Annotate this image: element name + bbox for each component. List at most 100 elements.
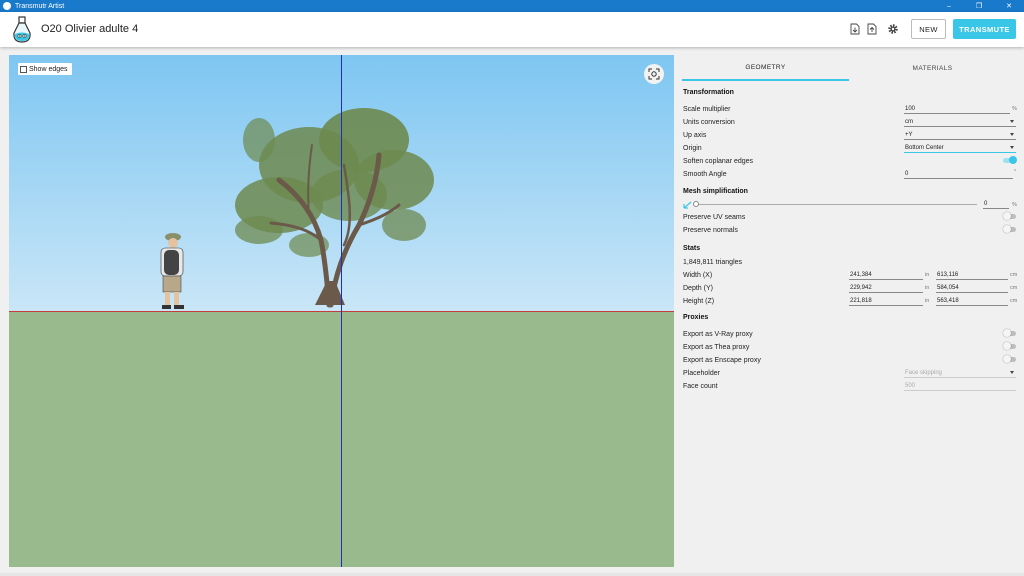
triangle-count-row: 1,849,811 triangles: [683, 256, 1017, 268]
chevron-down-icon: [1010, 120, 1014, 123]
3d-viewport[interactable]: Show edges: [9, 55, 674, 567]
up-axis-select[interactable]: +Y: [904, 130, 1016, 140]
vertical-axis-line: [341, 55, 342, 567]
window-controls: – ❐ ✕: [934, 0, 1024, 12]
new-button[interactable]: NEW: [911, 19, 946, 39]
height-label: Height (Z): [683, 297, 715, 305]
header-toolbar: NEW TRANSMUTE: [848, 18, 1016, 40]
section-stats: Stats: [683, 245, 701, 252]
units-conversion-value: cm: [905, 118, 913, 125]
depth-cm-unit: cm: [1010, 285, 1018, 291]
preserve-normals-row: Preserve normals: [683, 224, 1017, 236]
transmute-button[interactable]: TRANSMUTE: [953, 19, 1016, 39]
thea-proxy-row: Export as Thea proxy: [683, 341, 1017, 353]
chevron-down-icon: [1010, 371, 1014, 374]
face-count-label: Face count: [683, 382, 718, 390]
width-inches-unit: in: [925, 272, 930, 278]
section-transformation: Transformation: [683, 89, 734, 96]
width-inches-value: 241,384: [849, 270, 923, 280]
human-scale-figure: [160, 233, 184, 309]
soften-edges-toggle[interactable]: [1003, 156, 1017, 165]
depth-row: Depth (Y) 229,942 in 584,054 cm: [683, 282, 1017, 294]
panel-tabs: GEOMETRY MATERIALS: [682, 55, 1016, 81]
preserve-uv-label: Preserve UV seams: [683, 213, 746, 221]
preserve-uv-toggle[interactable]: [1003, 212, 1016, 221]
window-title: Transmutr Artist: [15, 2, 65, 10]
zoom-extents-icon: [648, 68, 660, 80]
face-count-row: Face count 500: [683, 380, 1017, 392]
units-conversion-label: Units conversion: [683, 118, 735, 126]
properties-panel: GEOMETRY MATERIALS Transformation Scale …: [682, 55, 1024, 576]
smooth-angle-input[interactable]: 0: [904, 169, 1013, 179]
simplification-unit: %: [1012, 202, 1017, 208]
face-count-input[interactable]: 500: [904, 381, 1016, 391]
app-header: O20 Olivier adulte 4 NEW TRANSMUTE: [0, 12, 1024, 47]
width-label: Width (X): [683, 271, 713, 279]
project-title: O20 Olivier adulte 4: [41, 23, 139, 35]
origin-row: Origin Bottom Center: [683, 142, 1017, 154]
placeholder-select[interactable]: Face skipping: [904, 368, 1016, 378]
smooth-angle-row: Smooth Angle 0 °: [683, 168, 1017, 180]
width-row: Width (X) 241,384 in 613,116 cm: [683, 269, 1017, 281]
simplification-slider-thumb[interactable]: [693, 201, 699, 207]
enscape-proxy-row: Export as Enscape proxy: [683, 354, 1017, 366]
width-cm-value: 613,116: [936, 270, 1008, 280]
vray-proxy-toggle[interactable]: [1003, 329, 1016, 338]
chevron-down-icon: [1010, 133, 1014, 136]
chevron-down-icon: [1010, 146, 1014, 149]
vray-proxy-row: Export as V-Ray proxy: [683, 328, 1017, 340]
zoom-extents-button[interactable]: [644, 64, 664, 84]
enscape-proxy-label: Export as Enscape proxy: [683, 356, 761, 364]
scale-unit: %: [1012, 106, 1017, 112]
app-small-icon: [3, 2, 11, 10]
window-titlebar: Transmutr Artist – ❐ ✕: [0, 0, 1024, 12]
width-cm-unit: cm: [1010, 272, 1018, 278]
gear-icon[interactable]: [886, 18, 900, 40]
simplification-icon: [683, 201, 692, 209]
units-conversion-row: Units conversion cm: [683, 116, 1017, 128]
scale-multiplier-input[interactable]: 100: [904, 104, 1010, 114]
vray-proxy-label: Export as V-Ray proxy: [683, 330, 753, 338]
up-axis-row: Up axis +Y: [683, 129, 1017, 141]
show-edges-toggle[interactable]: Show edges: [18, 63, 72, 75]
soften-edges-row: Soften coplanar edges: [683, 155, 1017, 167]
height-inches-unit: in: [925, 298, 930, 304]
smooth-angle-unit: °: [1014, 169, 1017, 175]
show-edges-checkbox[interactable]: [20, 65, 27, 73]
height-cm-unit: cm: [1010, 298, 1018, 304]
depth-label: Depth (Y): [683, 284, 713, 292]
height-inches-value: 221,818: [849, 296, 923, 306]
section-proxies: Proxies: [683, 314, 709, 321]
origin-select[interactable]: Bottom Center: [904, 143, 1016, 153]
export-file-icon[interactable]: [865, 18, 879, 40]
origin-label: Origin: [683, 144, 702, 152]
smooth-angle-label: Smooth Angle: [683, 170, 727, 178]
height-cm-value: 563,418: [936, 296, 1008, 306]
origin-value: Bottom Center: [905, 144, 944, 151]
tab-materials[interactable]: MATERIALS: [849, 55, 1016, 81]
triangle-count: 1,849,811 triangles: [683, 258, 743, 266]
show-edges-label: Show edges: [29, 65, 68, 73]
simplification-slider-track[interactable]: [695, 204, 977, 205]
maximize-button[interactable]: ❐: [964, 0, 994, 12]
minimize-button[interactable]: –: [934, 0, 964, 12]
section-mesh-simplification: Mesh simplification: [683, 188, 748, 195]
preserve-normals-toggle[interactable]: [1003, 225, 1016, 234]
scale-multiplier-row: Scale multiplier 100 %: [683, 103, 1017, 115]
preserve-uv-row: Preserve UV seams: [683, 211, 1017, 223]
thea-proxy-label: Export as Thea proxy: [683, 343, 750, 351]
transmutr-logo-icon: [13, 16, 31, 43]
simplification-value-input[interactable]: 0: [983, 199, 1009, 209]
import-file-icon[interactable]: [848, 18, 862, 40]
thea-proxy-toggle[interactable]: [1003, 342, 1016, 351]
depth-inches-unit: in: [925, 285, 930, 291]
olive-tree-model: [235, 108, 434, 257]
up-axis-label: Up axis: [683, 131, 707, 139]
placeholder-value: Face skipping: [905, 369, 943, 376]
tab-geometry[interactable]: GEOMETRY: [682, 55, 849, 81]
units-conversion-select[interactable]: cm: [904, 117, 1016, 127]
enscape-proxy-toggle[interactable]: [1003, 355, 1016, 364]
close-button[interactable]: ✕: [994, 0, 1024, 12]
scale-multiplier-label: Scale multiplier: [683, 105, 731, 113]
preserve-normals-label: Preserve normals: [683, 226, 738, 234]
